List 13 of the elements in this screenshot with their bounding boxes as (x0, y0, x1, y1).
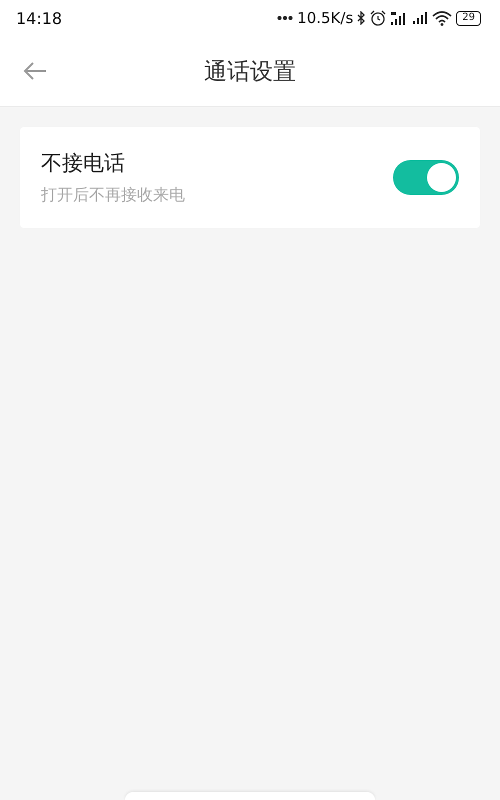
alarm-icon (370, 10, 386, 26)
signal-icon (412, 11, 428, 25)
battery-indicator: 29 (456, 10, 481, 26)
network-speed: 10.5K/s (297, 9, 354, 27)
status-time: 14:18 (16, 8, 62, 28)
back-arrow-icon (22, 61, 48, 81)
more-dots-icon (277, 15, 294, 21)
setting-description: 打开后不再接收来电 (41, 185, 185, 206)
setting-title: 不接电话 (41, 150, 126, 177)
page-title: 通话设置 (203, 58, 297, 86)
bluetooth-icon (357, 11, 366, 25)
toggle-switch[interactable] (393, 160, 459, 195)
wifi-icon (432, 10, 452, 26)
